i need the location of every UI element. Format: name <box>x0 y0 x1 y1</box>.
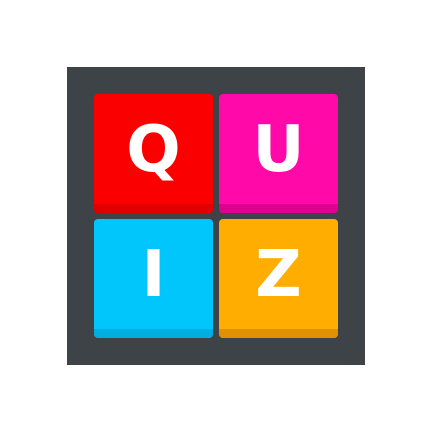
tile-shade <box>94 204 213 213</box>
tile-shade <box>219 329 338 338</box>
tile-shade <box>94 329 213 338</box>
tile-letter-u: U <box>252 112 305 187</box>
tile-letter-i: I <box>141 237 166 312</box>
tile-q: Q <box>94 94 213 213</box>
tile-letter-q: Q <box>126 112 181 187</box>
tile-z: Z <box>219 219 338 338</box>
quiz-board: Q U I Z <box>67 67 365 365</box>
tile-u: U <box>219 94 338 213</box>
tile-letter-z: Z <box>255 237 302 312</box>
tile-shade <box>219 204 338 213</box>
tile-i: I <box>94 219 213 338</box>
quiz-icon: Q U I Z <box>0 0 432 432</box>
